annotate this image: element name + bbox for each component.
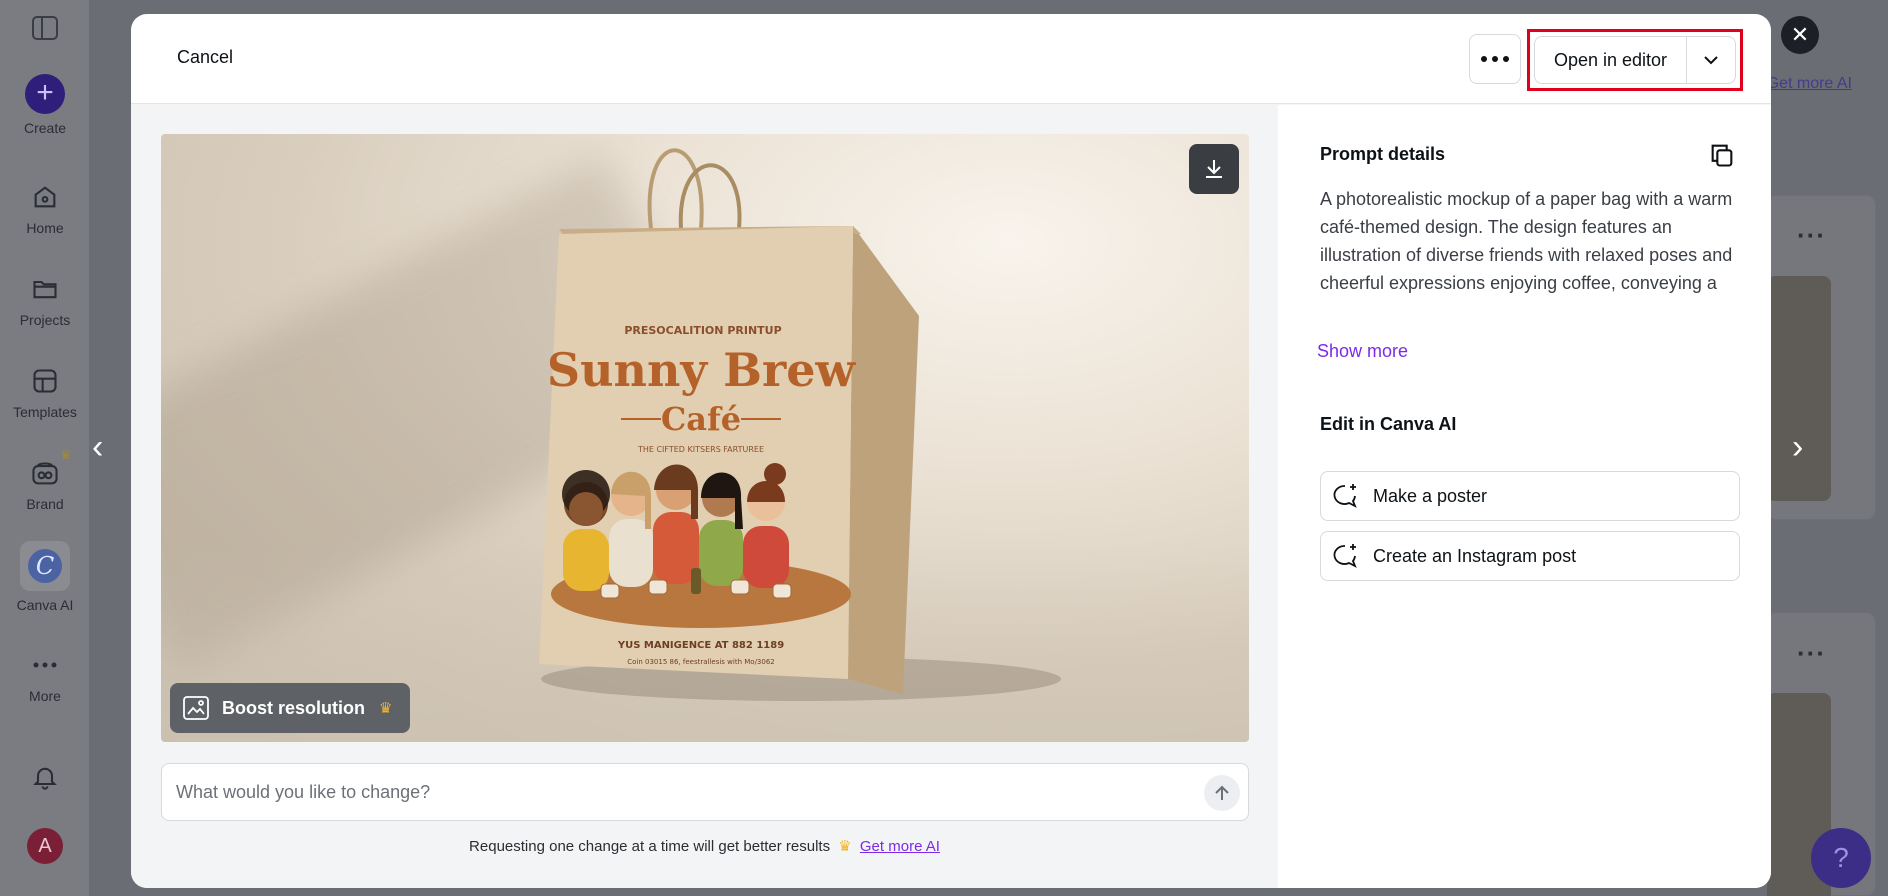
paper-bag-illustration: PRESOCALITION PRINTUP Sunny Brew Café TH… xyxy=(539,148,1061,701)
crown-icon: ♛ xyxy=(379,700,393,717)
background-more-icon[interactable]: ··· xyxy=(1797,222,1826,248)
canva-ai-logo-icon: C xyxy=(28,549,62,583)
image-detail-modal: Cancel Open in editor PRESOCALITION PRIN… xyxy=(131,14,1771,888)
chevron-left-icon[interactable]: ‹ xyxy=(92,430,103,464)
details-pane: Prompt details A photorealistic mockup o… xyxy=(1278,105,1771,888)
preview-pane: PRESOCALITION PRINTUP Sunny Brew Café TH… xyxy=(131,105,1278,888)
bag-brand-line2: Café xyxy=(661,400,741,438)
background-thumbnail xyxy=(1767,276,1831,501)
show-more-link[interactable]: Show more xyxy=(1317,341,1408,362)
bag-brand-line1: Sunny Brew xyxy=(547,343,857,397)
sidebar: + Create Home Projects Templates ♛ Brand… xyxy=(0,0,90,896)
chat-sparkle-icon xyxy=(1333,484,1357,508)
hint-text: Requesting one change at a time will get… xyxy=(131,837,1278,855)
copy-button[interactable] xyxy=(1708,141,1736,169)
change-input-container xyxy=(161,763,1249,821)
bag-top-arc-text: PRESOCALITION PRINTUP xyxy=(624,324,781,337)
more-dots-icon xyxy=(28,648,62,682)
prompt-text: A photorealistic mockup of a paper bag w… xyxy=(1320,189,1733,293)
boost-resolution-button[interactable]: Boost resolution ♛ xyxy=(170,683,410,733)
edit-option-label: Create an Instagram post xyxy=(1373,545,1577,566)
more-dots-icon xyxy=(1481,56,1487,62)
hint-message: Requesting one change at a time will get… xyxy=(469,838,831,855)
arrow-up-icon xyxy=(1215,785,1229,800)
bag-tagline: THE CIFTED KITSERS FARTUREE xyxy=(637,445,764,454)
sidebar-item-projects[interactable]: Projects xyxy=(0,272,90,328)
avatar[interactable]: A xyxy=(27,828,63,864)
crown-icon: ♛ xyxy=(838,838,852,855)
edit-option-label: Make a poster xyxy=(1373,485,1488,506)
sidebar-item-more[interactable]: More xyxy=(0,648,90,704)
copy-icon xyxy=(1711,144,1733,167)
more-dots-icon xyxy=(1503,56,1509,62)
sidebar-item-label: Brand xyxy=(26,496,64,512)
sidebar-item-templates[interactable]: Templates xyxy=(0,364,90,420)
boost-resolution-label: Boost resolution xyxy=(222,697,365,718)
change-request-input[interactable] xyxy=(176,764,1176,820)
help-icon[interactable]: ? xyxy=(1811,828,1871,888)
send-button[interactable] xyxy=(1204,775,1240,811)
notifications-button[interactable] xyxy=(0,760,90,800)
generated-image: PRESOCALITION PRINTUP Sunny Brew Café TH… xyxy=(161,134,1249,742)
more-options-button[interactable] xyxy=(1469,34,1521,84)
open-in-editor-group: Open in editor xyxy=(1534,36,1736,84)
sidebar-item-label: Projects xyxy=(19,312,71,328)
open-options-dropdown[interactable] xyxy=(1687,37,1735,83)
bag-bottom-text2: Coin 03015 86, feestrallesis with Mo/306… xyxy=(627,658,775,666)
sidebar-item-home[interactable]: Home xyxy=(0,180,90,236)
home-icon xyxy=(28,180,62,214)
chat-sparkle-icon xyxy=(1333,544,1357,568)
bag-bottom-text1: YUS MANIGENCE AT 882 1189 xyxy=(617,640,784,651)
modal-header: Cancel Open in editor xyxy=(131,14,1771,104)
chevron-down-icon xyxy=(1704,56,1718,65)
chevron-right-icon[interactable]: › xyxy=(1792,430,1803,464)
templates-icon xyxy=(28,364,62,398)
folder-icon xyxy=(28,272,62,306)
sidebar-item-label: Create xyxy=(23,120,67,136)
background-get-more-ai-link[interactable]: Get more AI xyxy=(1767,75,1852,93)
sidebar-item-create[interactable]: + Create xyxy=(0,74,90,136)
prompt-details-title: Prompt details xyxy=(1320,144,1446,164)
sidebar-item-canva-ai[interactable]: C Canva AI xyxy=(0,541,90,613)
make-a-poster-button[interactable]: Make a poster xyxy=(1320,471,1740,521)
open-in-editor-button[interactable]: Open in editor xyxy=(1535,37,1687,83)
get-more-ai-link[interactable]: Get more AI xyxy=(860,838,940,855)
brand-icon xyxy=(28,456,62,490)
download-icon xyxy=(1206,160,1222,178)
sidebar-toggle-icon[interactable] xyxy=(32,16,58,40)
edit-in-canva-ai-title: Edit in Canva AI xyxy=(1320,414,1457,434)
cancel-button[interactable]: Cancel xyxy=(177,47,233,68)
bell-icon xyxy=(28,760,62,794)
sidebar-item-label: Canva AI xyxy=(16,597,74,613)
more-dots-icon xyxy=(1492,56,1498,62)
sidebar-item-label: Home xyxy=(26,220,64,236)
sidebar-item-label: Templates xyxy=(13,404,77,420)
sidebar-item-brand[interactable]: Brand xyxy=(0,456,90,512)
plus-icon: + xyxy=(25,74,65,114)
image-upscale-icon xyxy=(183,696,209,720)
create-instagram-post-button[interactable]: Create an Instagram post xyxy=(1320,531,1740,581)
close-icon[interactable]: ✕ xyxy=(1781,16,1819,54)
canva-ai-tile: C xyxy=(20,541,70,591)
open-in-editor-highlight: Open in editor xyxy=(1527,29,1743,91)
background-more-icon[interactable]: ··· xyxy=(1797,640,1826,666)
sidebar-item-label: More xyxy=(29,688,61,704)
download-button[interactable] xyxy=(1189,144,1239,194)
